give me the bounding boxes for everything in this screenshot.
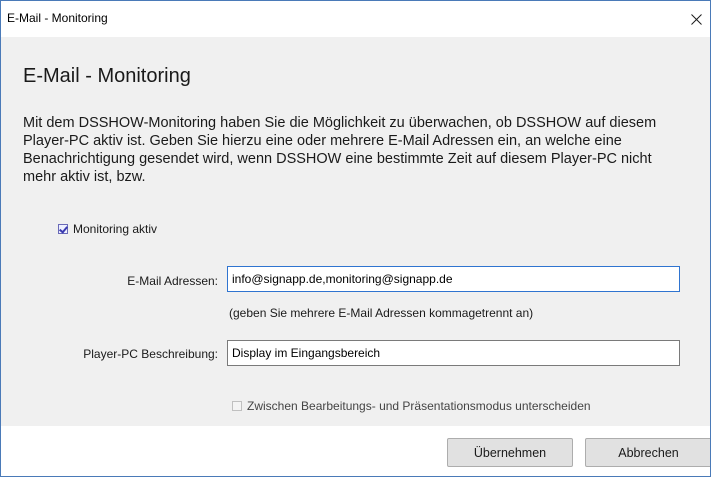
- email-addresses-hint: (geben Sie mehrere E-Mail Adressen komma…: [229, 306, 534, 320]
- close-icon: [690, 13, 702, 25]
- monitoring-active-label: Monitoring aktiv: [73, 222, 158, 236]
- dialog-footer: Übernehmen Abbrechen: [1, 426, 710, 476]
- title-bar: E-Mail - Monitoring: [1, 1, 710, 37]
- close-button[interactable]: [682, 1, 710, 37]
- mode-distinction-checkbox-row[interactable]: Zwischen Bearbeitungs- und Präsentations…: [232, 399, 591, 413]
- monitoring-active-checkbox[interactable]: [58, 224, 68, 234]
- cancel-button[interactable]: Abbrechen: [585, 438, 710, 467]
- monitoring-active-checkbox-row[interactable]: Monitoring aktiv: [58, 222, 157, 236]
- apply-button[interactable]: Übernehmen: [447, 438, 573, 467]
- email-addresses-label: E-Mail Adressen:: [127, 274, 218, 288]
- player-description-label: Player-PC Beschreibung:: [83, 347, 218, 361]
- dialog-description: Mit dem DSSHOW-Monitoring haben Sie die …: [23, 115, 657, 185]
- player-description-input[interactable]: [227, 340, 680, 366]
- dialog-content: E-Mail - Monitoring Mit dem DSSHOW-Monit…: [1, 37, 710, 426]
- dialog-window: E-Mail - Monitoring E-Mail - Monitoring …: [0, 0, 711, 477]
- mode-distinction-label: Zwischen Bearbeitungs- und Präsentations…: [247, 399, 591, 413]
- dialog-heading: E-Mail - Monitoring: [23, 65, 191, 87]
- email-addresses-input[interactable]: [227, 266, 680, 292]
- window-title: E-Mail - Monitoring: [7, 11, 108, 25]
- mode-distinction-checkbox[interactable]: [232, 401, 242, 411]
